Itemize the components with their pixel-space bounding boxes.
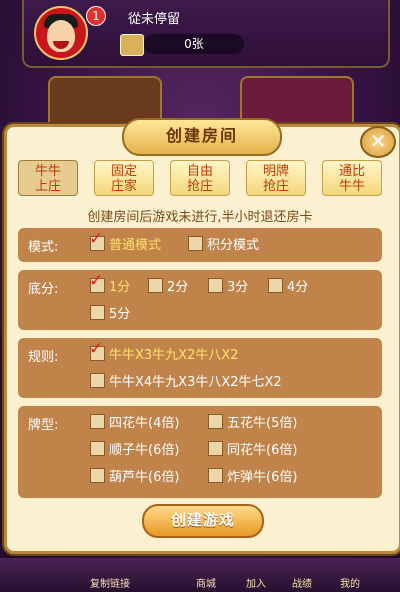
rules-label: 规则: — [28, 350, 59, 365]
option-straight[interactable]: 顺子牛(6倍) — [90, 441, 179, 459]
avatar[interactable] — [34, 6, 88, 60]
option-score-5[interactable]: 5分 — [90, 305, 130, 323]
tab-label-line2: 上庄 — [34, 179, 61, 194]
option-flush[interactable]: 同花牛(6倍) — [208, 441, 297, 459]
option-four-flower[interactable]: 四花牛(4倍) — [90, 414, 179, 432]
mode-label: 模式: — [28, 240, 59, 255]
card-types-section: 牌型: 四花牛(4倍) 五花牛(5倍) 顺子牛(6倍) 同花牛(6倍) 葫芦牛(… — [18, 406, 382, 498]
option-rule-2[interactable]: 牛牛X4牛九X3牛八X2牛七X2 — [90, 373, 282, 391]
nav-records[interactable]: 战绩 — [292, 575, 312, 590]
tab-label-line1: 自由 — [186, 164, 213, 179]
option-label: 1分 — [109, 280, 131, 295]
checkbox-icon — [208, 278, 223, 293]
mode-section: 模式: ✓ 普通模式 积分模式 — [18, 228, 382, 262]
option-label: 3分 — [227, 280, 249, 295]
option-full-house[interactable]: 葫芦牛(6倍) — [90, 468, 179, 486]
nav-mine[interactable]: 我的 — [340, 575, 360, 590]
checkbox-icon — [90, 305, 105, 320]
tab-label-line2: 抢庄 — [186, 179, 213, 194]
tab-label-line1: 牛牛 — [34, 164, 61, 179]
checkbox-icon — [208, 441, 223, 456]
option-score-1[interactable]: ✓ 1分 — [89, 271, 131, 296]
option-normal-mode[interactable]: ✓ 普通模式 — [89, 229, 162, 254]
option-five-flower[interactable]: 五花牛(5倍) — [208, 414, 297, 432]
checkbox-icon — [208, 414, 223, 429]
option-bomb[interactable]: 炸弹牛(6倍) — [208, 468, 297, 486]
player-name: 從未停留 — [128, 12, 181, 27]
bottom-nav: 复制链接 商城 加入 战绩 我的 — [0, 558, 400, 592]
base-score-section: 底分: ✓ 1分 2分 3分 4分 5分 — [18, 270, 382, 330]
checkbox-checked-icon: ✓ — [89, 271, 105, 293]
option-label: 2分 — [167, 280, 189, 295]
refund-notice: 创建房间后游戏未进行,半小时退还房卡 — [87, 210, 313, 225]
option-rule-1[interactable]: ✓ 牛牛X3牛九X2牛八X2 — [89, 339, 239, 364]
option-label: 牛牛X3牛九X2牛八X2 — [109, 348, 239, 363]
notification-badge: 1 — [86, 6, 106, 26]
option-label: 四花牛(4倍) — [109, 416, 180, 431]
tab-label-line2: 抢庄 — [262, 179, 289, 194]
checkbox-icon — [90, 468, 105, 483]
tab-label-line2: 牛牛 — [338, 179, 365, 194]
room-card-icon — [120, 34, 144, 56]
option-label: 积分模式 — [207, 238, 260, 253]
rules-section: 规则: ✓ 牛牛X3牛九X2牛八X2 牛牛X4牛九X3牛八X2牛七X2 — [18, 338, 382, 398]
card-types-label: 牌型: — [28, 418, 59, 433]
checkbox-icon — [90, 373, 105, 388]
checkbox-icon — [188, 236, 203, 251]
tab-fixed-banker[interactable]: 固定 庄家 — [94, 160, 154, 196]
option-label: 五花牛(5倍) — [227, 416, 298, 431]
option-score-2[interactable]: 2分 — [148, 278, 188, 296]
nav-copy-link[interactable]: 复制链接 — [90, 575, 130, 590]
tab-free-grab-banker[interactable]: 自由 抢庄 — [170, 160, 230, 196]
option-label: 葫芦牛(6倍) — [109, 470, 180, 485]
close-icon[interactable]: ✕ — [360, 126, 396, 158]
option-label: 普通模式 — [109, 238, 162, 253]
option-label: 牛牛X4牛九X3牛八X2牛七X2 — [109, 375, 282, 390]
option-label: 同花牛(6倍) — [227, 443, 298, 458]
nav-shop[interactable]: 商城 — [196, 575, 216, 590]
checkbox-icon — [208, 468, 223, 483]
tab-label-line1: 明牌 — [262, 164, 289, 179]
checkbox-checked-icon: ✓ — [89, 229, 105, 251]
base-score-label: 底分: — [28, 282, 59, 297]
checkbox-icon — [90, 414, 105, 429]
option-label: 炸弹牛(6倍) — [227, 470, 298, 485]
checkbox-checked-icon: ✓ — [89, 339, 105, 361]
tab-open-card-grab-banker[interactable]: 明牌 抢庄 — [246, 160, 306, 196]
tab-label-line2: 庄家 — [110, 179, 137, 194]
option-score-mode[interactable]: 积分模式 — [188, 236, 259, 254]
tab-niuniu-shangzhuang[interactable]: 牛牛 上庄 — [18, 160, 78, 196]
tab-label-line1: 固定 — [110, 164, 137, 179]
option-score-4[interactable]: 4分 — [268, 278, 308, 296]
room-card-count: 0张 — [144, 34, 244, 54]
dialog-title: 创建房间 — [122, 118, 282, 156]
tab-label-line1: 通比 — [338, 164, 365, 179]
player-info-bar: 1 從未停留 0张 — [22, 0, 390, 68]
tab-tongbi-niuniu[interactable]: 通比 牛牛 — [322, 160, 382, 196]
checkbox-icon — [268, 278, 283, 293]
option-label: 顺子牛(6倍) — [109, 443, 180, 458]
game-type-tabs: 牛牛 上庄 固定 庄家 自由 抢庄 明牌 抢庄 通比 牛牛 — [18, 160, 384, 200]
checkbox-icon — [90, 441, 105, 456]
create-game-button[interactable]: 创建游戏 — [142, 504, 264, 538]
option-score-3[interactable]: 3分 — [208, 278, 248, 296]
option-label: 4分 — [287, 280, 309, 295]
checkbox-icon — [148, 278, 163, 293]
option-label: 5分 — [109, 307, 131, 322]
nav-join[interactable]: 加入 — [246, 575, 266, 590]
